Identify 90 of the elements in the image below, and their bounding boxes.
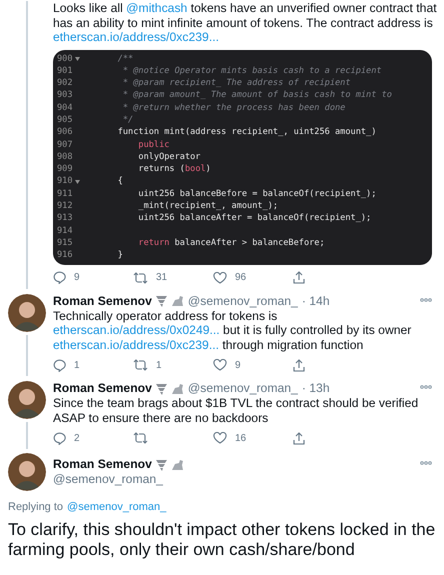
reply-count: 1 xyxy=(74,358,80,373)
reply-icon[interactable] xyxy=(53,271,66,284)
code-line: * @param recipient_ The address of recipient xyxy=(122,77,351,90)
tweet-text: Since the team brags about $1B TVL the contract should be verified xyxy=(53,396,418,410)
bird-icon xyxy=(170,295,184,308)
code-line: uint256 balanceBefore = balanceOf(recipient_); xyxy=(137,188,376,200)
author-name[interactable]: Roman Semenov xyxy=(53,381,152,396)
retweet-icon[interactable] xyxy=(133,359,148,372)
reply-icon[interactable] xyxy=(53,358,66,372)
author-handle[interactable]: @semenov_roman_ xyxy=(53,472,184,488)
line-number: 902 xyxy=(57,77,74,90)
fold-icon[interactable] xyxy=(74,56,80,61)
reply-icon[interactable] xyxy=(53,432,66,445)
author-name[interactable]: Roman Semenov xyxy=(53,294,152,309)
line-number: 904 xyxy=(57,102,74,114)
heart-icon[interactable] xyxy=(213,272,227,284)
reply-count: 9 xyxy=(74,271,80,286)
line-number: 900 xyxy=(57,52,97,65)
link[interactable]: @mithcash xyxy=(126,1,188,15)
code-line: */ xyxy=(122,114,134,126)
author-handle[interactable]: @semenov_roman_ xyxy=(188,294,298,309)
code-line: uint256 balanceAfter = balanceOf(recipient_); xyxy=(137,212,372,225)
replying-label: Replying to xyxy=(8,500,64,516)
avatar[interactable] xyxy=(8,381,46,420)
code-line: } xyxy=(116,249,123,262)
link[interactable]: etherscan.io/address/0x0249... xyxy=(53,323,220,338)
code-line: function mint(address recipient_, uint256 amount_) xyxy=(116,126,376,139)
code-line: return balanceAfter > balanceBefore; xyxy=(137,236,325,250)
timestamp[interactable]: · 14h xyxy=(302,294,330,309)
tweet-text: has an ability to mint infinite amount of tokens. The contract address is xyxy=(53,16,433,30)
reply-count: 2 xyxy=(74,432,80,446)
heart-icon[interactable] xyxy=(213,432,227,444)
share-icon[interactable] xyxy=(293,432,305,445)
bird-icon xyxy=(170,382,184,395)
retweet-icon[interactable] xyxy=(133,272,148,284)
line-number: 907 xyxy=(57,138,74,151)
code-line: { xyxy=(116,175,123,188)
line-number: 903 xyxy=(57,89,74,102)
link[interactable]: etherscan.io/address/0xc239... xyxy=(53,30,219,44)
code-line: returns (bool) xyxy=(137,163,211,176)
line-number: 912 xyxy=(57,200,74,212)
line-number: 914 xyxy=(57,224,74,237)
line-number: 916 xyxy=(57,249,74,262)
share-icon[interactable] xyxy=(293,271,305,284)
link[interactable]: etherscan.io/address/0xc239... xyxy=(53,338,219,352)
author-name[interactable]: Roman Semenov xyxy=(53,457,152,472)
tornado-icon xyxy=(156,458,167,471)
tweet-text: To clarify, this shouldn't impact other tokens locked in the farming pools, only their own cash/share/bond xyxy=(7,520,436,560)
avatar[interactable] xyxy=(8,453,46,492)
tornado-icon xyxy=(156,382,167,395)
tweet-text: ASAP to ensure there are no backdoors xyxy=(53,410,268,425)
timestamp[interactable]: · 13h xyxy=(302,381,330,396)
code-line: * @return whether the process has been done xyxy=(122,102,346,114)
code-line: * @param amount_ The amount of basis cash to mint to xyxy=(122,89,392,102)
share-icon[interactable] xyxy=(293,358,305,372)
tweet-text: Looks like all xyxy=(53,1,124,15)
code-line: _mint(recipient_, amount_); xyxy=(137,200,278,212)
code-line: onlyOperator xyxy=(137,150,200,164)
more-icon[interactable] xyxy=(420,298,432,302)
tweet-text: through migration function xyxy=(221,338,364,352)
like-count: 16 xyxy=(235,432,246,446)
line-number: 909 xyxy=(57,163,74,176)
line-number: 911 xyxy=(57,188,74,200)
line-number: 913 xyxy=(57,212,74,225)
more-icon[interactable] xyxy=(420,385,432,390)
retweet-icon[interactable] xyxy=(133,432,148,444)
retweet-count: 31 xyxy=(156,271,168,286)
tweet-text: but it is fully controlled by its owner xyxy=(222,323,412,338)
code-line: * @notice Operator mints basis cash to a recipient xyxy=(122,64,382,78)
code-line: /** xyxy=(116,52,134,65)
bird-icon xyxy=(170,458,184,471)
tweet-text: tokens have an unverified owner contract that xyxy=(190,1,437,15)
tornado-icon xyxy=(156,295,167,308)
line-number: 905 xyxy=(57,114,74,126)
like-count: 96 xyxy=(235,271,246,286)
line-number: 915 xyxy=(57,236,74,250)
code-line: public xyxy=(137,138,170,151)
more-icon[interactable] xyxy=(420,461,432,466)
line-number: 910 xyxy=(57,175,97,188)
author-handle[interactable]: @semenov_roman_ xyxy=(188,381,298,396)
line-number: 906 xyxy=(57,126,74,139)
line-number: 908 xyxy=(57,150,74,164)
avatar[interactable] xyxy=(8,294,46,332)
link[interactable]: @semenov_roman_ xyxy=(67,499,166,516)
like-count: 9 xyxy=(235,358,241,373)
heart-icon[interactable] xyxy=(213,359,227,372)
retweet-count: 1 xyxy=(156,358,162,373)
line-number: 901 xyxy=(57,64,74,78)
tweet-text: Technically operator address for tokens is xyxy=(53,308,278,323)
fold-icon[interactable] xyxy=(74,180,80,184)
